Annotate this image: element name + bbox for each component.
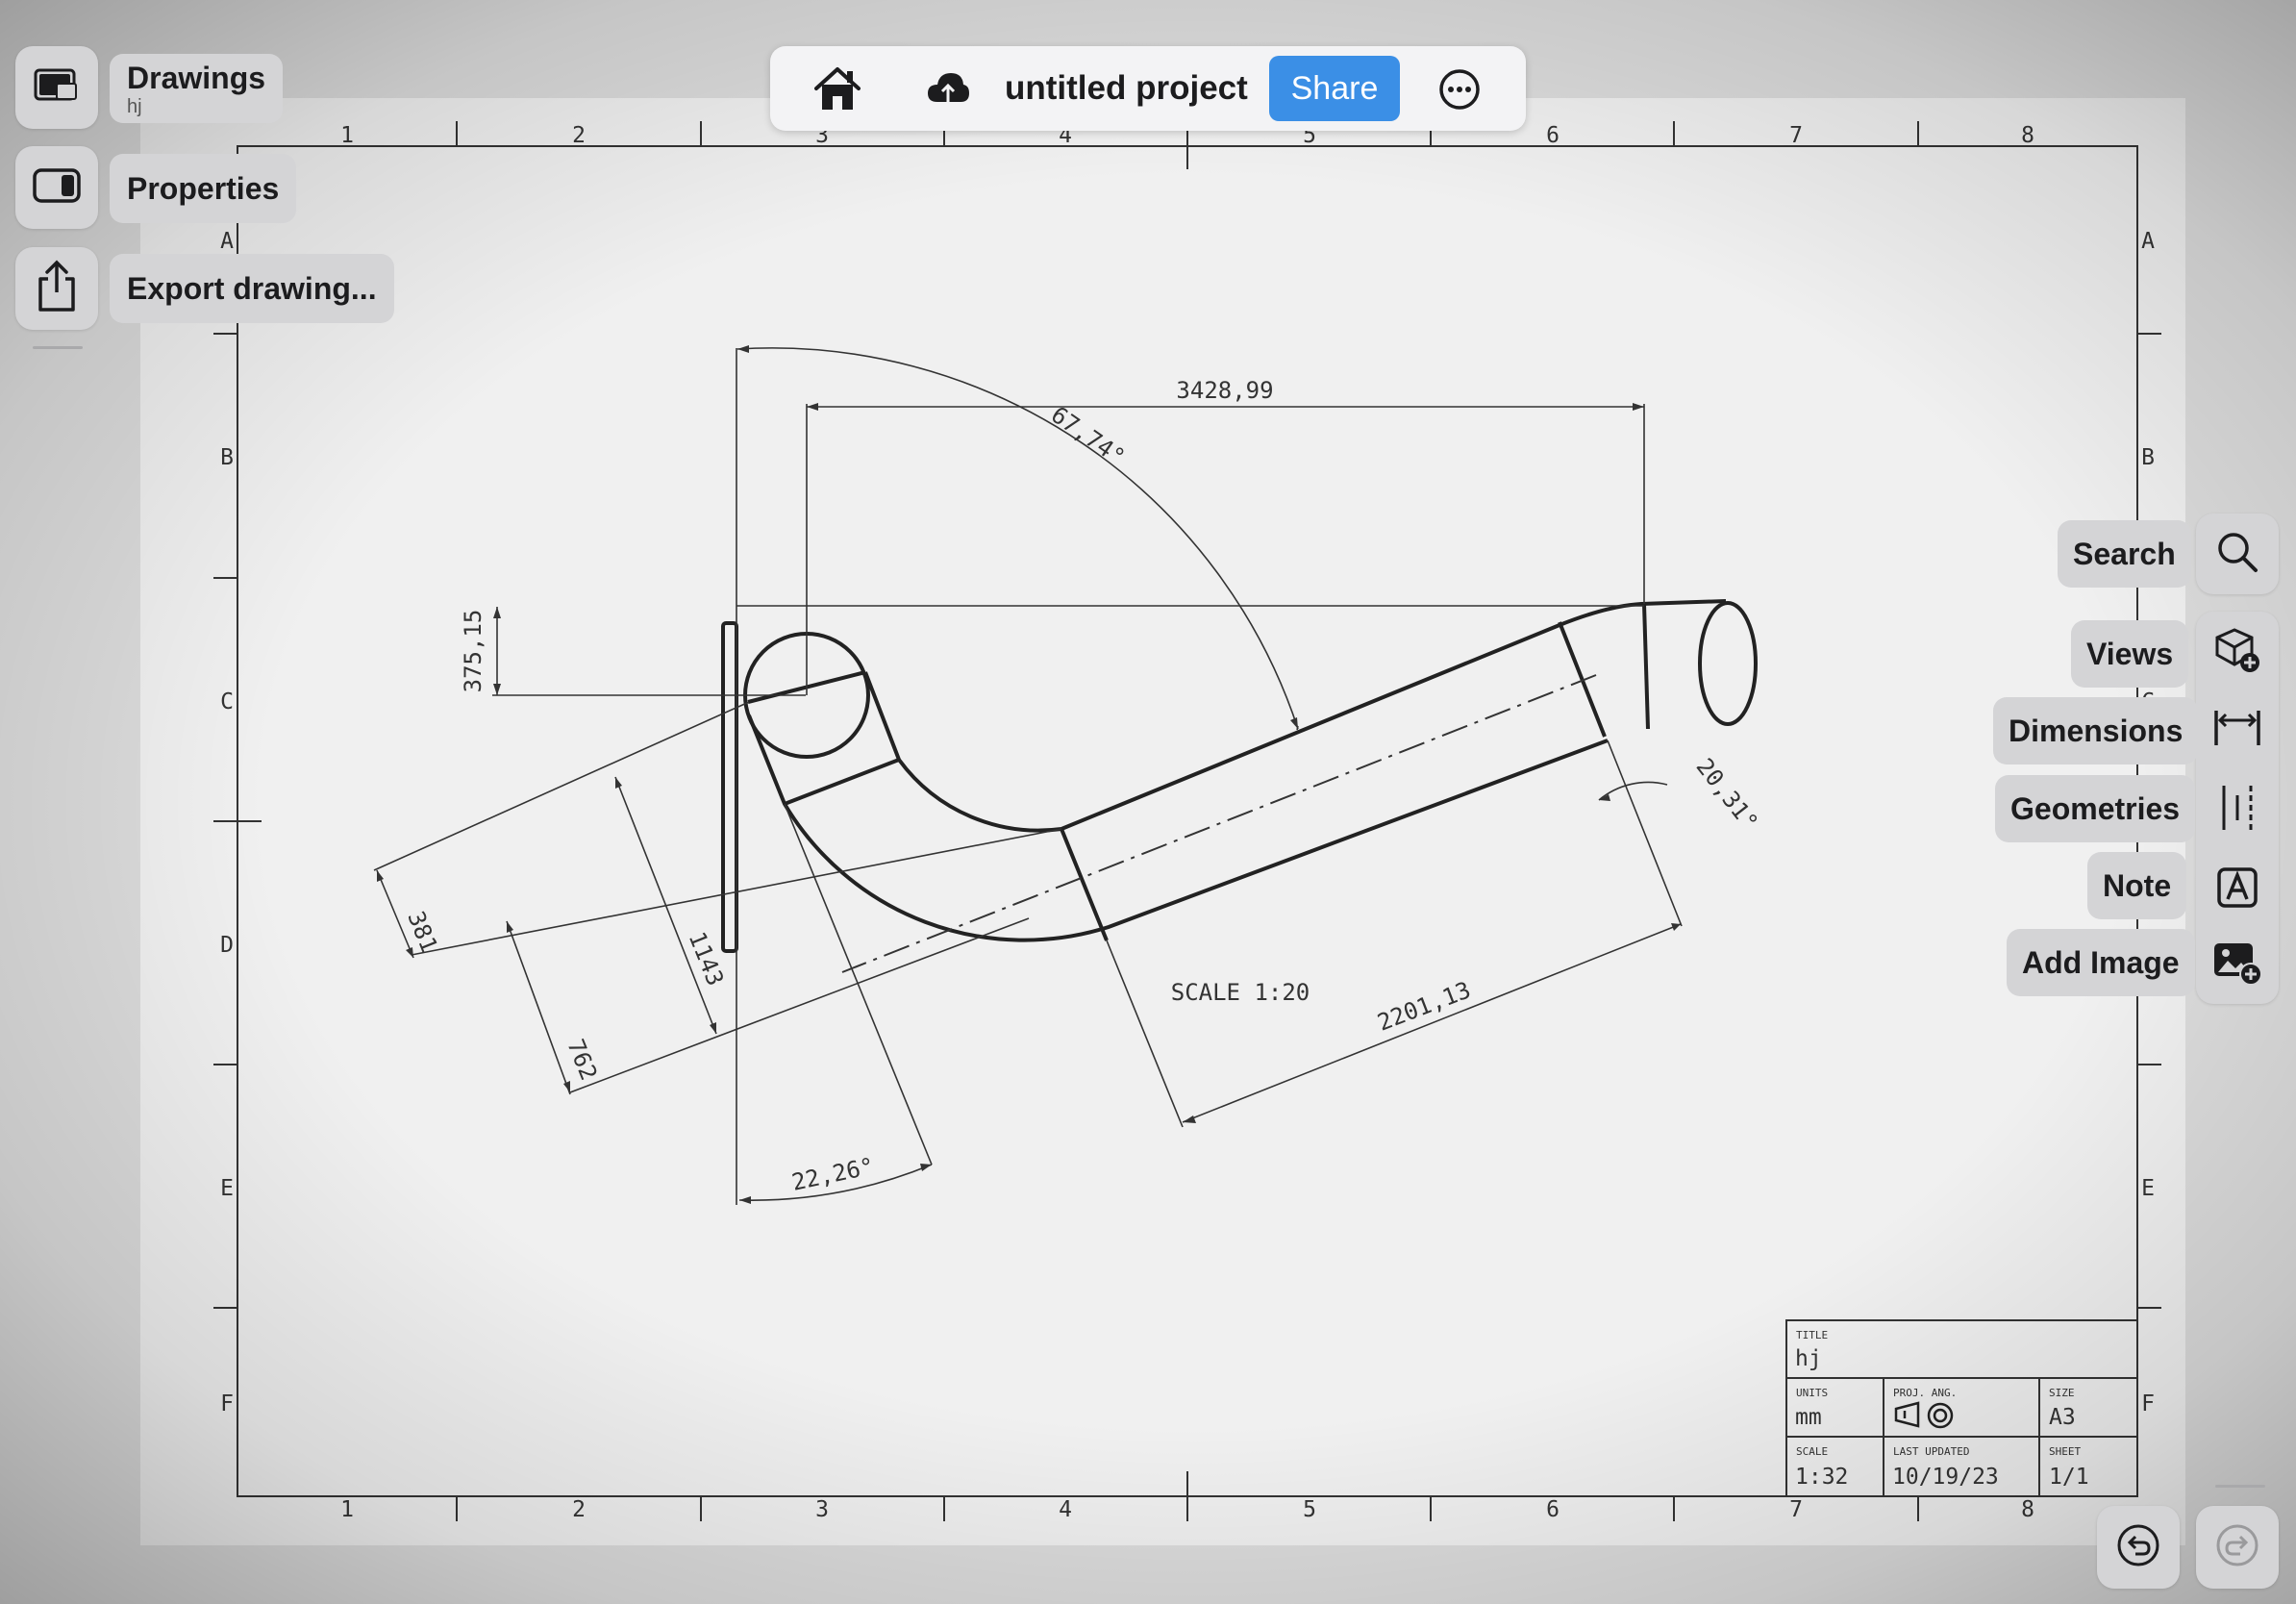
title-block-title: hj xyxy=(1795,1346,1822,1371)
right-toolbar-divider xyxy=(2215,1485,2265,1488)
views-icon[interactable] xyxy=(2213,626,2261,679)
col-number-bottom: 5 xyxy=(1303,1497,1316,1522)
row-letter-left: A xyxy=(220,229,234,254)
export-icon xyxy=(35,260,79,318)
title-block-label: LAST UPDATED xyxy=(1893,1445,1969,1458)
col-number-top: 6 xyxy=(1546,123,1560,148)
title-block-label: UNITS xyxy=(1796,1387,1828,1399)
undo-button[interactable] xyxy=(2097,1506,2180,1589)
drawings-icon xyxy=(34,66,80,110)
title-block-label: TITLE xyxy=(1796,1329,1828,1341)
row-letter-right: B xyxy=(2141,445,2155,470)
export-label: Export drawing... xyxy=(127,270,377,306)
dimensions-icon[interactable] xyxy=(2212,707,2262,754)
col-number-bottom: 1 xyxy=(340,1497,354,1522)
views-label[interactable]: Views xyxy=(2071,620,2189,688)
cloud-upload-icon[interactable] xyxy=(926,69,970,113)
col-number-bottom: 6 xyxy=(1546,1497,1560,1522)
dimension-text: 375,15 xyxy=(460,610,487,693)
geometries-label[interactable]: Geometries xyxy=(1995,775,2196,842)
row-letter-left: B xyxy=(220,445,234,470)
home-icon[interactable] xyxy=(812,65,862,116)
row-letter-left: C xyxy=(220,689,234,714)
drawing-canvas[interactable]: 1 2 3 4 5 6 7 8 1 2 3 4 5 6 7 8 A B C D … xyxy=(0,0,2296,1604)
properties-button[interactable] xyxy=(15,146,98,229)
redo-icon xyxy=(2215,1523,2259,1572)
export-button[interactable] xyxy=(15,247,98,330)
col-number-bottom: 7 xyxy=(1789,1497,1803,1522)
title-block-updated: 10/19/23 xyxy=(1892,1465,1999,1490)
sidebar-icon xyxy=(33,167,81,209)
tools-panel xyxy=(2196,612,2279,1004)
search-label[interactable]: Search xyxy=(2058,520,2191,588)
dimensions-label[interactable]: Dimensions xyxy=(1993,697,2199,764)
col-number-top: 1 xyxy=(340,123,354,148)
title-block-label: PROJ. ANG. xyxy=(1893,1387,1957,1399)
row-letter-left: F xyxy=(220,1391,234,1416)
row-letter-right: A xyxy=(2141,229,2155,254)
drawings-subtitle: hj xyxy=(127,95,142,117)
share-button[interactable]: Share xyxy=(1269,56,1400,121)
properties-label: Properties xyxy=(127,170,280,206)
title-block-label: SHEET xyxy=(2049,1445,2081,1458)
col-number-bottom: 8 xyxy=(2021,1497,2034,1522)
scale-note: SCALE 1:20 xyxy=(1171,979,1310,1006)
properties-menu-item[interactable]: Properties xyxy=(110,154,297,223)
geometries-icon[interactable] xyxy=(2214,782,2260,839)
title-block-label: SIZE xyxy=(2049,1387,2075,1399)
export-menu-item[interactable]: Export drawing... xyxy=(110,254,394,323)
col-number-top: 7 xyxy=(1789,123,1803,148)
dimension-text: 3428,99 xyxy=(1176,377,1273,404)
top-toolbar: untitled project Share xyxy=(770,46,1526,131)
row-letter-left: D xyxy=(220,933,234,958)
col-number-bottom: 3 xyxy=(815,1497,829,1522)
title-block-sheet: 1/1 xyxy=(2049,1465,2089,1490)
col-number-top: 8 xyxy=(2021,123,2034,148)
project-title[interactable]: untitled project xyxy=(1005,46,1248,131)
undo-icon xyxy=(2116,1523,2160,1572)
drawings-label: Drawings xyxy=(127,60,266,95)
title-block-label: SCALE xyxy=(1796,1445,1828,1458)
drawing-sheet xyxy=(140,98,2185,1545)
col-number-bottom: 2 xyxy=(572,1497,586,1522)
drawings-menu-item[interactable]: Drawings hj xyxy=(110,54,284,123)
title-block-units: mm xyxy=(1795,1405,1822,1430)
row-letter-right: E xyxy=(2141,1176,2155,1201)
search-icon xyxy=(2216,531,2259,578)
row-letter-left: E xyxy=(220,1176,234,1201)
drawings-button[interactable] xyxy=(15,46,98,129)
redo-button[interactable] xyxy=(2196,1506,2279,1589)
col-number-bottom: 4 xyxy=(1059,1497,1072,1522)
search-button[interactable] xyxy=(2196,514,2279,594)
title-block-size: A3 xyxy=(2049,1405,2076,1430)
more-icon[interactable] xyxy=(1437,67,1482,116)
left-menu-divider xyxy=(33,346,83,349)
note-icon[interactable] xyxy=(2216,866,2259,914)
add-image-label[interactable]: Add Image xyxy=(2007,929,2195,996)
col-number-top: 2 xyxy=(572,123,586,148)
title-block-scale: 1:32 xyxy=(1795,1465,1848,1490)
add-image-icon[interactable] xyxy=(2212,941,2262,990)
row-letter-right: F xyxy=(2141,1391,2155,1416)
note-label[interactable]: Note xyxy=(2087,852,2187,919)
